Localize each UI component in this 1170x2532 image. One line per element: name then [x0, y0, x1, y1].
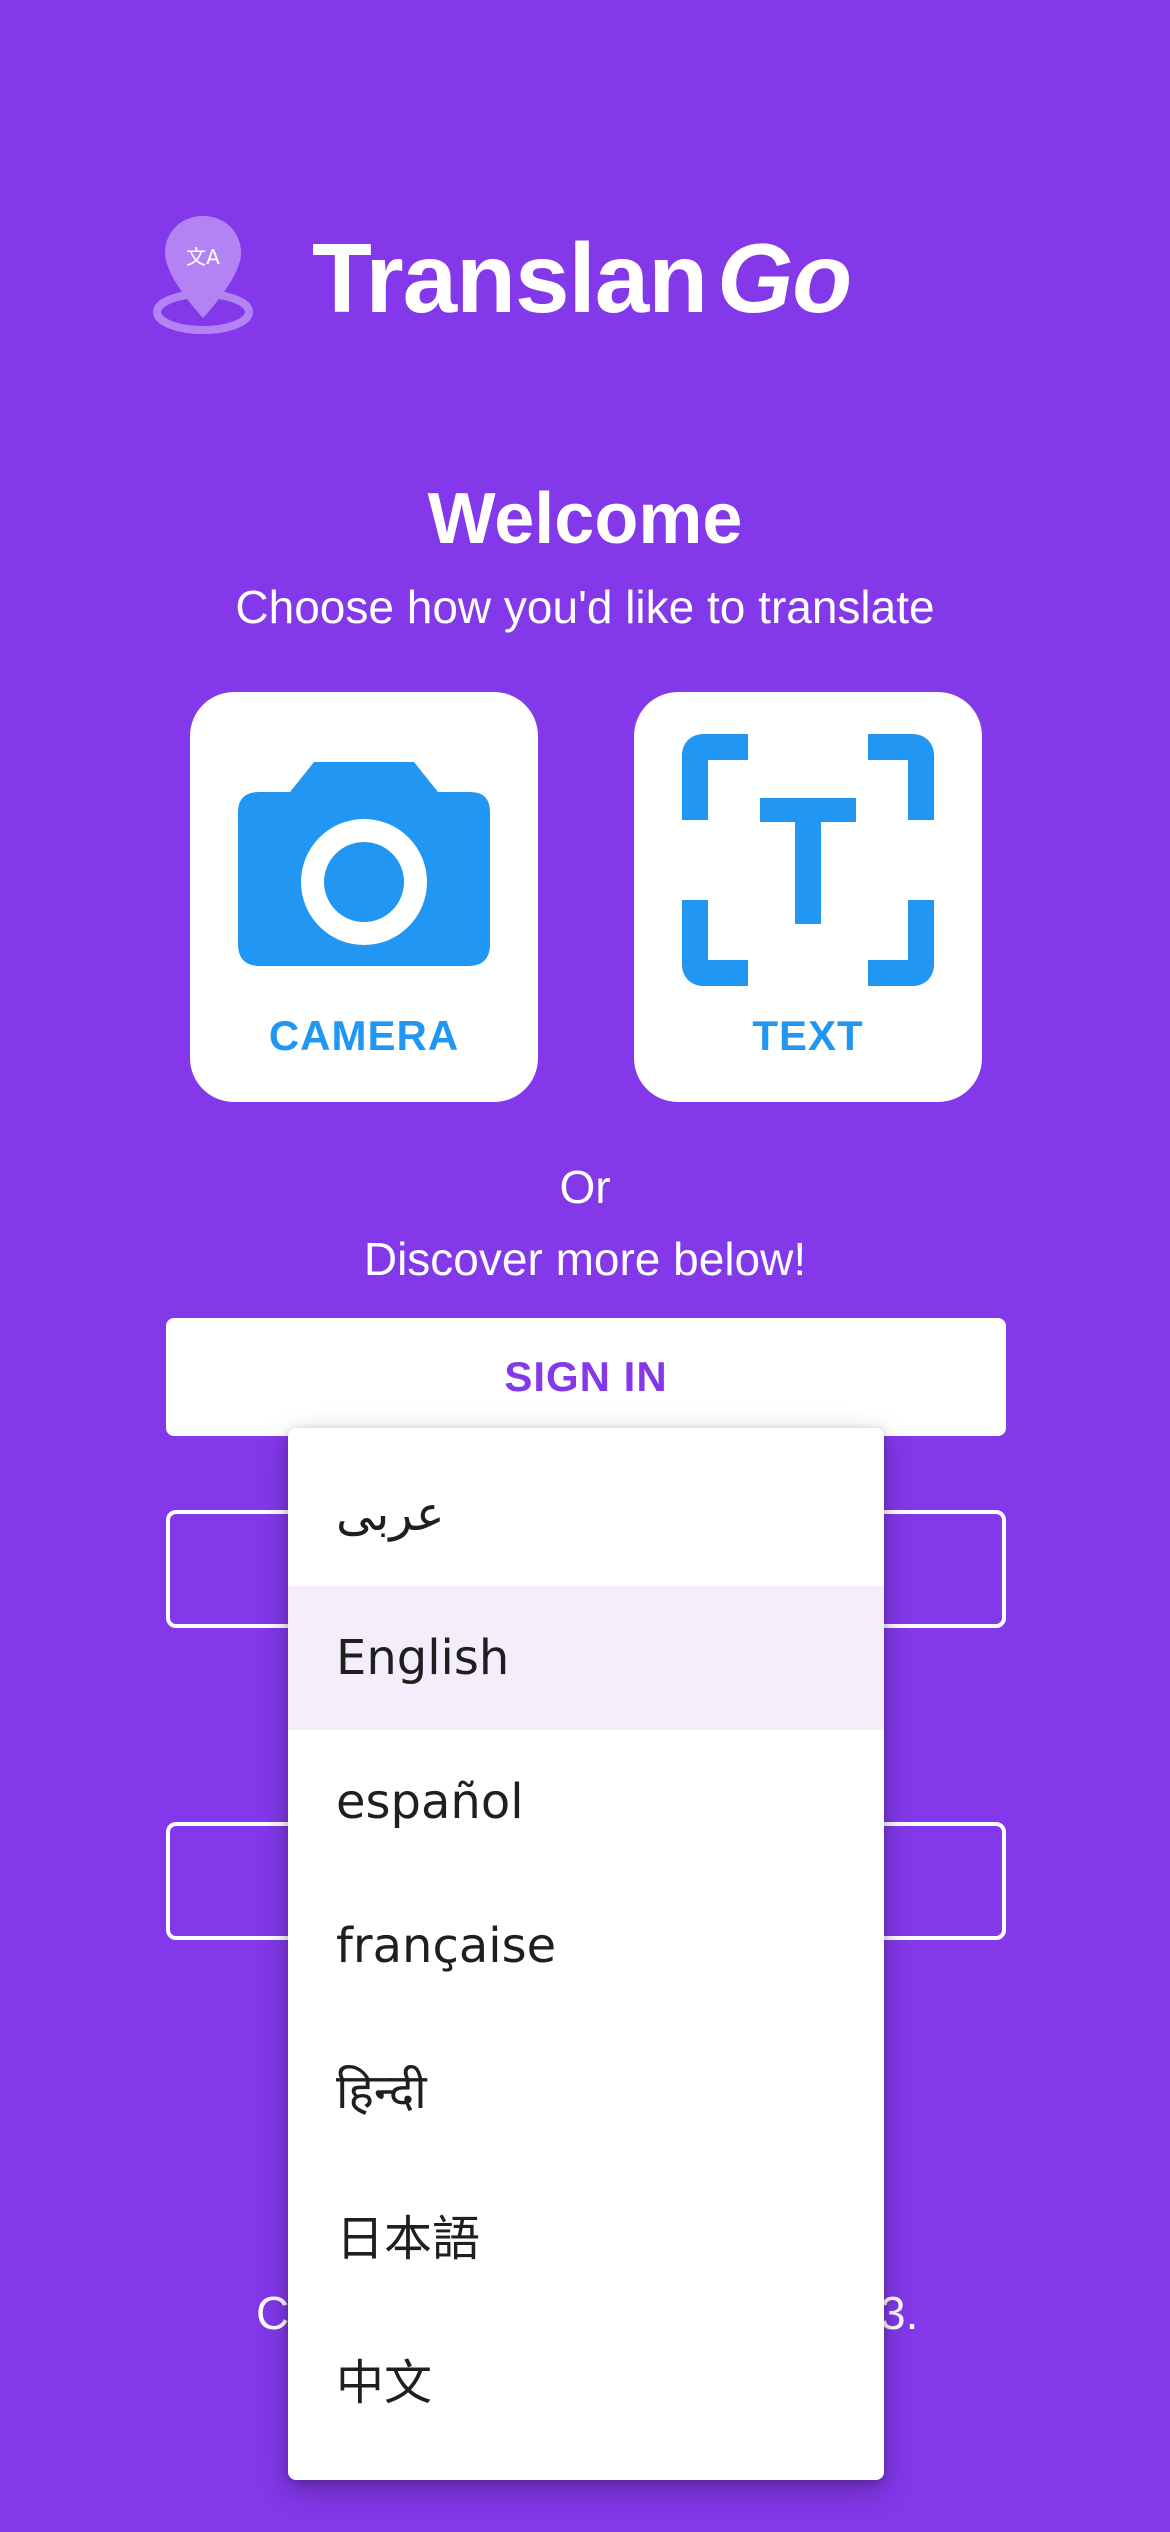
language-option-spanish[interactable]: español: [288, 1730, 884, 1874]
app-name: Translan Go: [312, 218, 852, 338]
camera-label: CAMERA: [268, 1012, 460, 1059]
language-dropdown-menu: عربى English español française हिन्दी 日本…: [288, 1428, 884, 2480]
sign-in-button[interactable]: SIGN IN: [166, 1318, 1006, 1436]
svg-text:文A: 文A: [186, 245, 220, 269]
language-option-japanese[interactable]: 日本語: [288, 2162, 884, 2306]
footer-text-right: 3.: [880, 2287, 919, 2339]
text-scan-icon: [682, 734, 934, 986]
welcome-title: Welcome: [427, 479, 743, 559]
camera-mode-button[interactable]: CAMERA: [190, 692, 538, 1102]
text-mode-button[interactable]: TEXT: [634, 692, 982, 1102]
language-option-hindi[interactable]: हिन्दी: [288, 2018, 884, 2162]
language-option-english[interactable]: English: [288, 1586, 884, 1730]
app-name-part2: Go: [717, 222, 852, 333]
language-option-french[interactable]: française: [288, 1874, 884, 2018]
language-option-chinese[interactable]: 中文: [288, 2306, 884, 2450]
footer-text-left: C: [256, 2287, 290, 2339]
language-option-arabic[interactable]: عربى: [288, 1442, 884, 1586]
app-name-part1: Translan: [312, 222, 708, 333]
camera-icon: [238, 762, 490, 966]
translate-location-pin-icon: 文A: [153, 212, 253, 338]
or-text: Or: [559, 1161, 611, 1213]
text-label: TEXT: [752, 1012, 864, 1059]
discover-text: Discover more below!: [363, 1233, 807, 1285]
welcome-subtitle: Choose how you'd like to translate: [235, 581, 935, 633]
